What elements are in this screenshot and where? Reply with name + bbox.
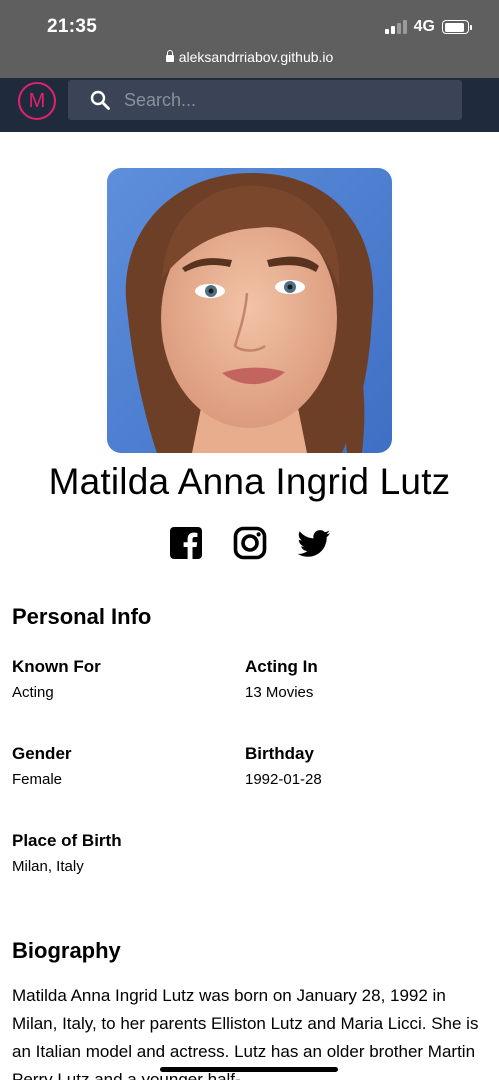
birthday-value: 1992-01-28 [245,771,322,788]
acting-in-label: Acting In [245,657,318,676]
search-input[interactable] [124,80,444,120]
biography-title: Biography [12,938,121,963]
acting-in-value: 13 Movies [245,684,314,701]
profile-photo [107,168,392,453]
birthday-label: Birthday [245,744,314,763]
search-icon [90,90,110,110]
home-indicator [160,1067,338,1072]
place-of-birth-value: Milan, Italy [12,858,84,875]
search-box[interactable] [68,80,462,120]
logo[interactable]: M [18,82,56,120]
personal-info-title: Personal Info [12,604,152,629]
known-for-value: Acting [12,684,54,701]
gender-value: Female [12,771,63,788]
instagram-icon[interactable] [233,526,267,560]
browser-chrome: 21:35 4G aleksandrriabov.github.io [0,0,499,78]
portrait-image [107,168,392,453]
known-for-label: Known For [12,657,101,676]
place-of-birth-label: Place of Birth [12,831,122,850]
status-time: 21:35 [47,16,98,37]
person-name: Matilda Anna Ingrid Lutz [48,461,451,502]
signal-icon [384,20,407,34]
twitter-icon[interactable] [297,526,331,560]
app-header: M [0,78,499,132]
biography-text: Matilda Anna Ingrid Lutz was born on Jan… [12,986,479,1080]
lock-icon [165,50,174,62]
address-bar[interactable]: aleksandrriabov.github.io [0,49,499,65]
status-icons: 4G [384,18,472,36]
battery-icon [442,20,472,34]
url-text: aleksandrriabov.github.io [178,49,334,65]
gender-label: Gender [12,744,72,763]
facebook-icon[interactable] [169,526,203,560]
network-type: 4G [413,18,435,35]
social-links [0,526,499,560]
